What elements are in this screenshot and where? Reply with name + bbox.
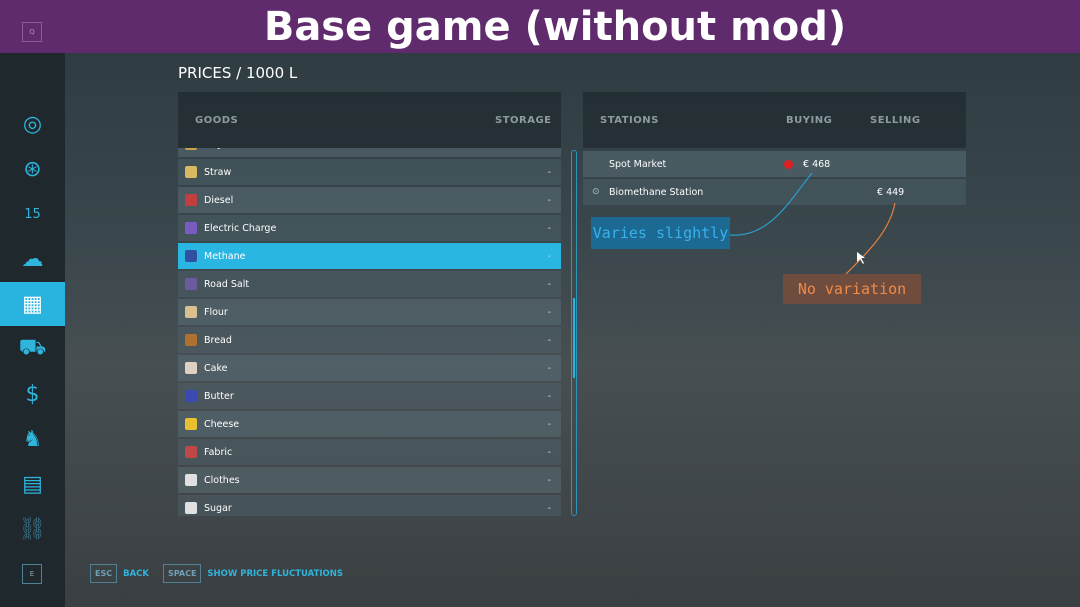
back-label: BACK	[123, 568, 149, 579]
back-button[interactable]: ESC BACK	[90, 564, 149, 583]
esc-key: ESC	[90, 564, 118, 583]
varies-slightly-annotation: Varies slightly	[591, 217, 730, 249]
show-price-fluctuations-button[interactable]: SPACE SHOW PRICE FLUCTUATIONS	[163, 564, 343, 583]
fluctuations-label: SHOW PRICE FLUCTUATIONS	[207, 568, 343, 579]
no-variation-annotation: No variation	[783, 274, 921, 304]
space-key: SPACE	[163, 564, 202, 583]
